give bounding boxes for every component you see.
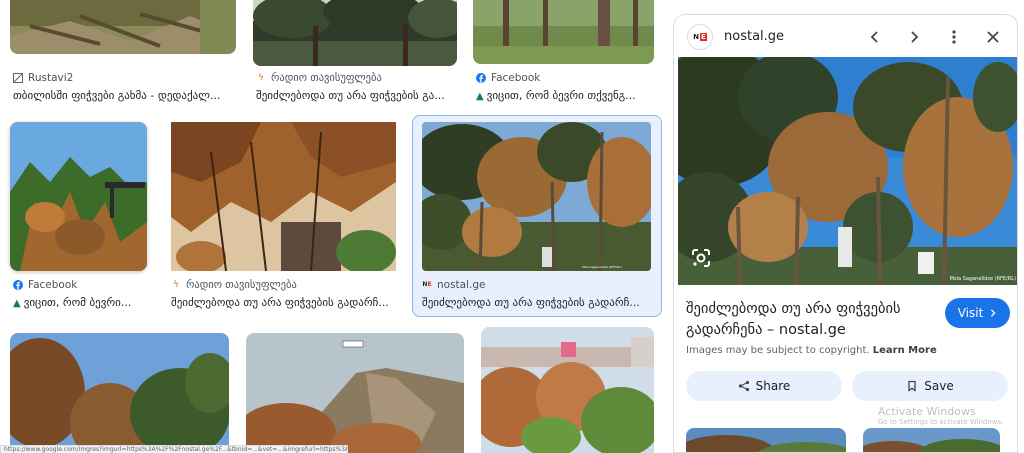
facebook-icon bbox=[476, 73, 486, 83]
image-credit: Mzia Saganelidze (RFE/RL) bbox=[949, 276, 1016, 282]
result-title-text: ვიცით, რომ ბევრი... bbox=[23, 296, 132, 309]
learn-more-link[interactable]: Learn More bbox=[873, 345, 937, 356]
share-icon bbox=[738, 380, 749, 392]
watermark-line-1: Activate Windows bbox=[878, 405, 976, 418]
result-source[interactable]: NE nostal.ge bbox=[422, 279, 485, 291]
result-thumbnail[interactable] bbox=[10, 333, 229, 453]
chevron-left-icon bbox=[870, 31, 878, 43]
visit-button[interactable]: Visit bbox=[945, 298, 1010, 328]
facebook-icon bbox=[13, 280, 23, 290]
result-thumbnail[interactable] bbox=[253, 0, 457, 66]
result-source[interactable]: ϟ რადიო თავისუფლება bbox=[256, 72, 382, 84]
share-button[interactable]: Share bbox=[686, 371, 842, 401]
copyright-text: Images may be subject to copyright. bbox=[686, 345, 870, 356]
result-source-label: Facebook bbox=[491, 72, 541, 84]
preview-site-name[interactable]: nostal.ge bbox=[724, 29, 784, 44]
next-result-button[interactable] bbox=[903, 26, 925, 48]
result-title[interactable]: ▲ ვიცით, რომ ბევრი თქვენგ... bbox=[476, 89, 656, 102]
google-lens-button[interactable] bbox=[690, 247, 712, 269]
result-title[interactable]: შეიძლებოდა თუ არა ფიჭვების გადარჩ... bbox=[422, 296, 652, 309]
favicon-letter-n: N bbox=[693, 33, 700, 41]
close-panel-button[interactable] bbox=[982, 26, 1004, 48]
result-source-label: Rustavi2 bbox=[28, 72, 74, 84]
tree-emoji-icon: ▲ bbox=[476, 91, 484, 102]
result-thumbnail[interactable] bbox=[10, 122, 147, 271]
share-label: Share bbox=[755, 379, 791, 393]
watermark-line-2: Go to Settings to activate Windows. bbox=[878, 418, 1004, 426]
preview-title[interactable]: შეიძლებოდა თუ არა ფიჭვების გადარჩენა – n… bbox=[686, 299, 936, 341]
result-source-label: nostal.ge bbox=[437, 279, 486, 291]
result-thumbnail[interactable] bbox=[246, 333, 464, 453]
result-source[interactable]: Facebook bbox=[476, 72, 540, 84]
related-image-thumbnail[interactable] bbox=[863, 428, 1000, 452]
chevron-right-icon bbox=[991, 309, 996, 317]
copyright-notice: Images may be subject to copyright. Lear… bbox=[686, 345, 937, 356]
save-button[interactable]: Save bbox=[852, 371, 1008, 401]
related-image-thumbnail[interactable] bbox=[686, 428, 846, 452]
chevron-right-icon bbox=[911, 31, 919, 43]
result-thumbnail[interactable] bbox=[171, 122, 396, 271]
image-results-grid: Rustavi2 თბილისში ფიჭვები გახმა - დედაქა… bbox=[0, 0, 668, 453]
result-thumbnail[interactable] bbox=[481, 327, 654, 453]
result-title[interactable]: ▲ ვიცით, რომ ბევრი... bbox=[13, 296, 153, 309]
result-source-label: Facebook bbox=[28, 279, 78, 291]
image-preview-panel: NE nostal.ge Mzia Saganelidze (RFE/RL) შ… bbox=[673, 14, 1018, 453]
svg-text:Mzia Saganelidze (RFE/RL): Mzia Saganelidze (RFE/RL) bbox=[582, 265, 622, 269]
previous-result-button[interactable] bbox=[864, 26, 886, 48]
nostal-icon: NE bbox=[422, 281, 432, 288]
favicon-letter-e: E bbox=[700, 33, 707, 41]
visit-button-label: Visit bbox=[957, 306, 984, 320]
more-vert-icon bbox=[952, 30, 956, 44]
result-title-text: ვიცით, რომ ბევრი თქვენგ... bbox=[486, 89, 636, 102]
result-thumbnail[interactable] bbox=[10, 0, 236, 54]
result-source[interactable]: Rustavi2 bbox=[13, 72, 73, 84]
tree-emoji-icon: ▲ bbox=[13, 298, 21, 309]
bookmark-icon bbox=[908, 380, 916, 392]
result-source-label: რადიო თავისუფლება bbox=[271, 72, 382, 84]
close-icon bbox=[987, 31, 999, 43]
result-thumbnail[interactable] bbox=[473, 0, 654, 64]
preview-image[interactable]: Mzia Saganelidze (RFE/RL) bbox=[678, 57, 1017, 285]
radio-liberty-icon: ϟ bbox=[258, 72, 264, 83]
result-thumbnail[interactable]: Mzia Saganelidze (RFE/RL) bbox=[422, 122, 651, 271]
result-title[interactable]: თბილისში ფიჭვები გახმა - დედაქალ... bbox=[13, 89, 238, 102]
activate-windows-watermark: Activate Windows Go to Settings to activ… bbox=[878, 405, 1003, 426]
result-title[interactable]: შეიძლებოდა თუ არა ფიჭვების გადარჩ... bbox=[171, 296, 396, 309]
save-label: Save bbox=[924, 379, 954, 393]
more-options-button[interactable] bbox=[943, 26, 965, 48]
result-source[interactable]: Facebook bbox=[13, 279, 77, 291]
result-source[interactable]: ϟ რადიო თავისუფლება bbox=[171, 279, 297, 291]
radio-liberty-icon: ϟ bbox=[173, 279, 179, 290]
lens-icon bbox=[692, 249, 710, 267]
status-bar-url: https://www.google.com/imgres?imgurl=htt… bbox=[0, 445, 348, 453]
result-source-label: რადიო თავისუფლება bbox=[186, 279, 297, 291]
rustavi-icon bbox=[13, 73, 23, 83]
preview-header: NE nostal.ge bbox=[674, 15, 1017, 57]
site-favicon[interactable]: NE bbox=[687, 24, 713, 50]
result-title[interactable]: შეიძლებოდა თუ არა ფიჭვების გა... bbox=[256, 89, 456, 102]
